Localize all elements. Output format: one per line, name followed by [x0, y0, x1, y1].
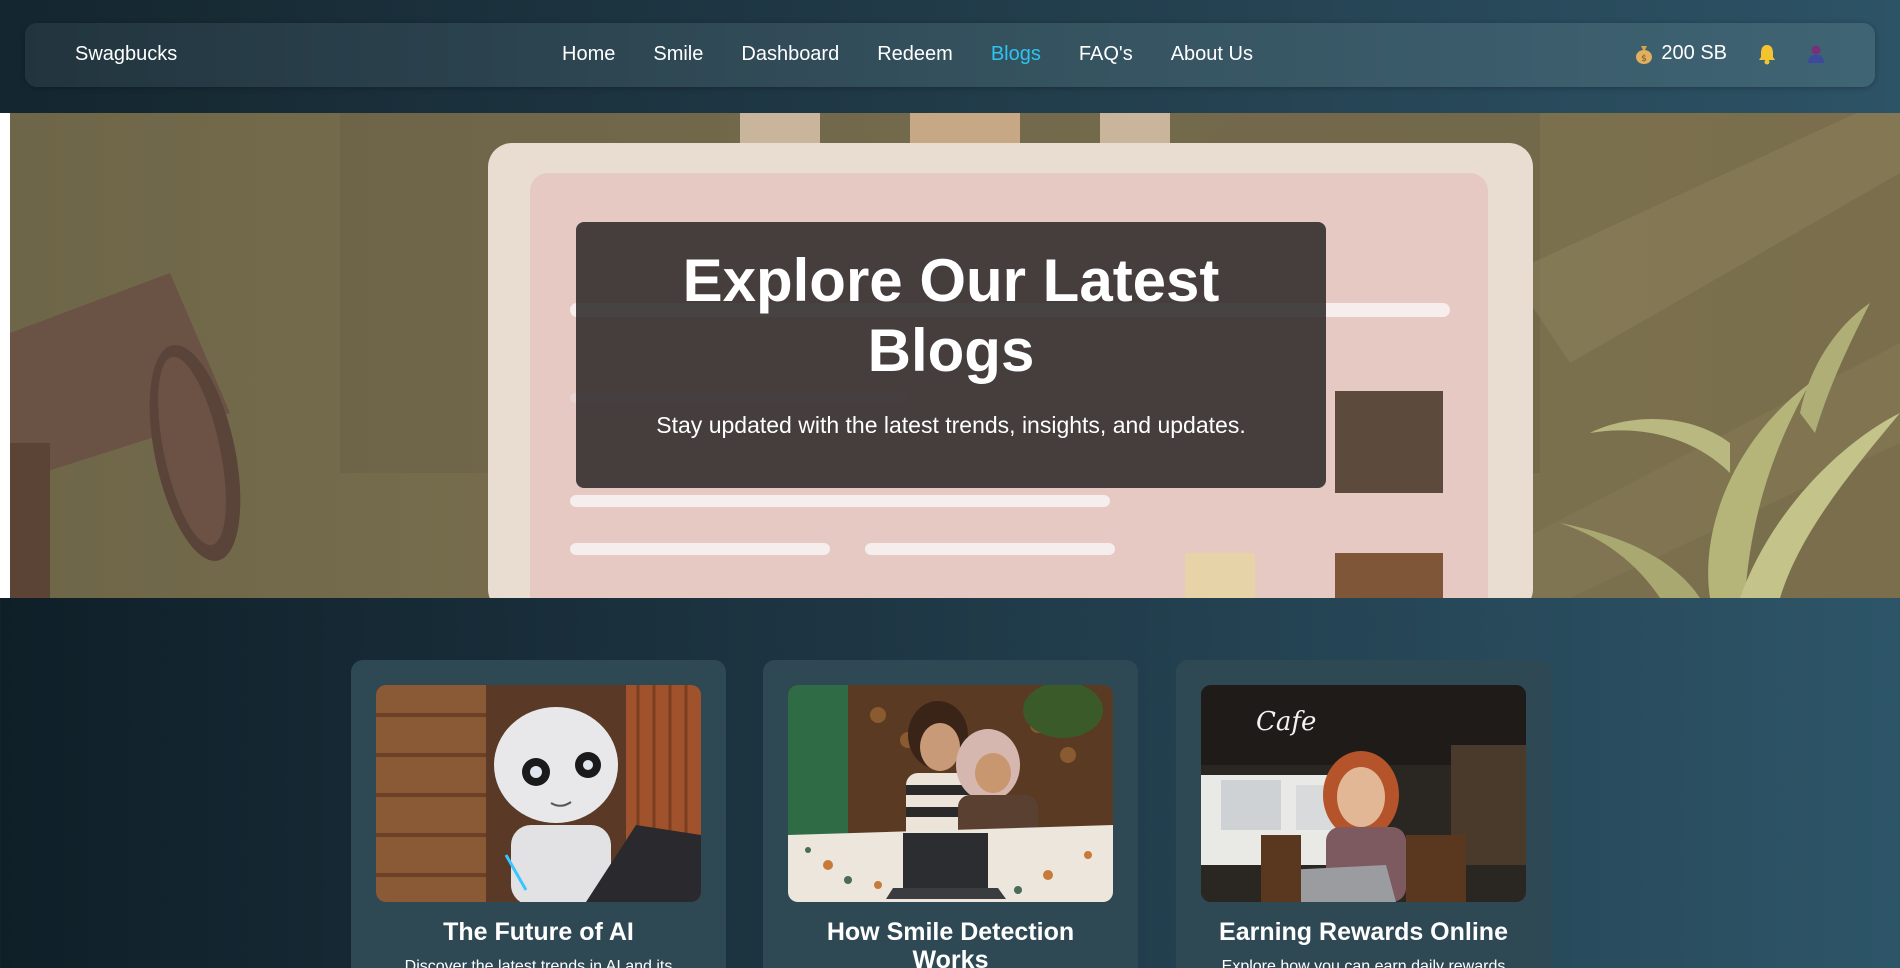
nav-link-faqs[interactable]: FAQ's [1079, 43, 1133, 66]
hero-edge [0, 113, 10, 598]
brand-logo[interactable]: Swagbucks [75, 43, 177, 66]
hero-overlay: Explore Our Latest Blogs Stay updated wi… [576, 222, 1326, 488]
svg-text:Cafe: Cafe [1256, 707, 1316, 737]
money-bag-icon: $ [1635, 44, 1653, 64]
blog-card[interactable]: How Smile Detection Works [763, 660, 1138, 968]
blog-card-image-friends-laptop[interactable] [788, 685, 1113, 902]
hero-title: Explore Our Latest Blogs [682, 247, 1220, 384]
svg-text:$: $ [1642, 54, 1648, 64]
blog-card[interactable]: The Future of AI Discover the latest tre… [351, 660, 726, 968]
nav-link-dashboard[interactable]: Dashboard [741, 43, 839, 66]
navbar: Swagbucks Home Smile Dashboard Redeem Bl… [25, 23, 1875, 87]
blog-card-excerpt: Discover the latest trends in AI and its [404, 958, 673, 968]
nav-link-redeem[interactable]: Redeem [877, 43, 953, 66]
nav-right: $ 200 SB [1635, 42, 1825, 65]
blog-card-image-robot[interactable] [376, 685, 701, 902]
nav-link-about-us[interactable]: About Us [1171, 43, 1253, 66]
nav-links: Home Smile Dashboard Redeem Blogs FAQ's … [562, 43, 1291, 66]
nav-link-blogs[interactable]: Blogs [991, 43, 1041, 66]
blog-card-image-cafe-laptop[interactable]: Cafe [1201, 685, 1526, 902]
hero-banner: Explore Our Latest Blogs Stay updated wi… [10, 113, 1900, 598]
balance-display: 200 SB [1661, 42, 1727, 64]
blog-card-title[interactable]: Earning Rewards Online [1176, 918, 1551, 946]
blog-card-title[interactable]: The Future of AI [351, 918, 726, 946]
blog-card-title[interactable]: How Smile Detection Works [763, 918, 1138, 968]
nav-link-home[interactable]: Home [562, 43, 615, 66]
blog-card-excerpt: Explore how you can earn daily rewards [1221, 958, 1506, 968]
user-icon[interactable] [1807, 44, 1825, 64]
nav-link-smile[interactable]: Smile [653, 43, 703, 66]
blog-card[interactable]: Cafe Earning Rewards Online Explore how … [1176, 660, 1551, 968]
bell-icon[interactable] [1757, 43, 1777, 65]
hero-subtitle: Stay updated with the latest trends, ins… [656, 412, 1246, 438]
